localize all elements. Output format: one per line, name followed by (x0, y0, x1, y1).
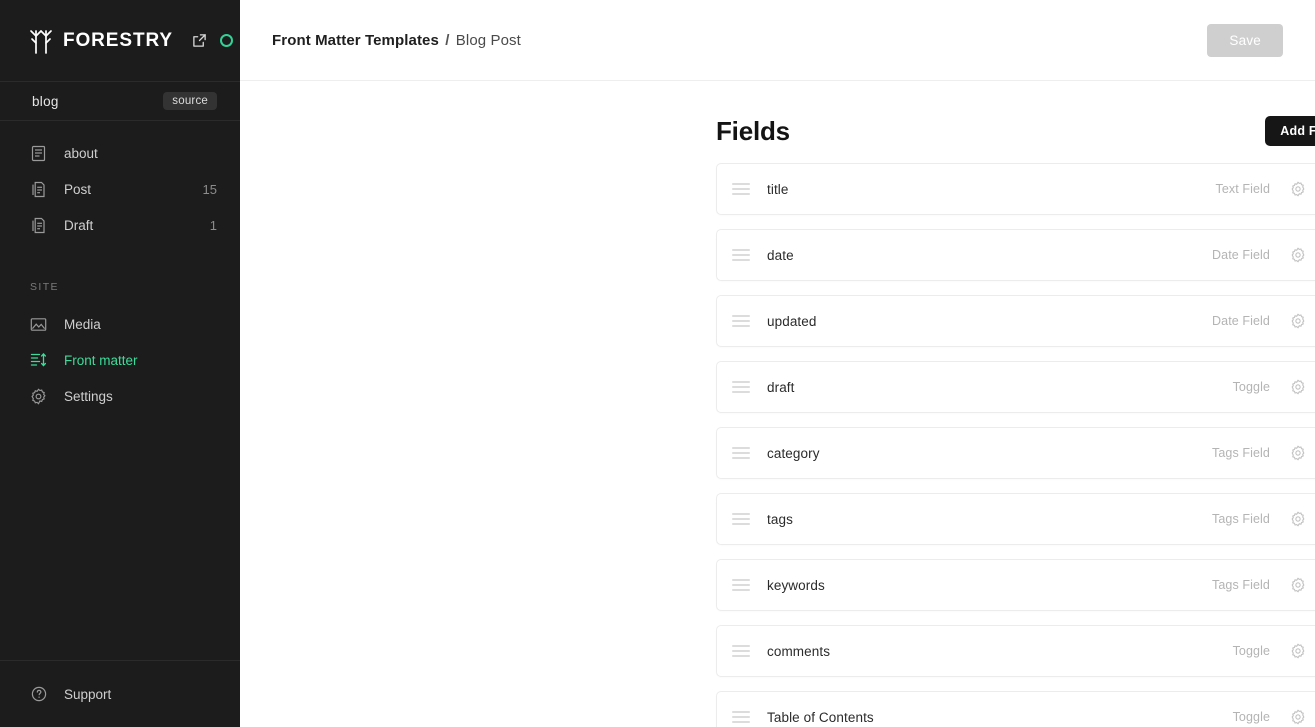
field-list: title Text Field date Date Field updated… (716, 163, 1315, 727)
sidebar-item-label: about (64, 145, 98, 161)
repository-source-badge[interactable]: source (163, 92, 217, 110)
sidebar-item-media[interactable]: Media (0, 306, 240, 342)
field-row[interactable]: date Date Field (716, 229, 1315, 281)
drag-handle-icon[interactable] (732, 314, 750, 328)
drag-handle-icon[interactable] (732, 248, 750, 262)
field-row[interactable]: updated Date Field (716, 295, 1315, 347)
repository-name: blog (32, 93, 59, 109)
add-field-button[interactable]: Add Field (1265, 116, 1315, 146)
field-settings-gear-icon[interactable] (1288, 707, 1308, 727)
field-row[interactable]: draft Toggle (716, 361, 1315, 413)
field-row[interactable]: comments Toggle (716, 625, 1315, 677)
gear-icon (30, 387, 47, 405)
field-name-label: updated (767, 313, 817, 329)
forestry-tree-logo-icon (28, 27, 54, 55)
main-area: Front Matter Templates / Blog Post Save … (240, 0, 1315, 727)
field-type-label: Tags Field (1212, 446, 1270, 460)
drag-handle-icon[interactable] (732, 446, 750, 460)
status-circle-icon[interactable] (219, 34, 233, 47)
drag-handle-icon[interactable] (732, 380, 750, 394)
drag-handle-icon[interactable] (732, 512, 750, 526)
field-type-label: Date Field (1212, 248, 1270, 262)
breadcrumb: Front Matter Templates / Blog Post (272, 32, 521, 49)
field-row[interactable]: category Tags Field (716, 427, 1315, 479)
drag-handle-icon[interactable] (732, 182, 750, 196)
documents-icon (30, 217, 47, 234)
field-type-label: Tags Field (1212, 512, 1270, 526)
fields-panel: Fields Add Field title Text Field (716, 113, 1315, 727)
sidebar-item-label: Draft (64, 217, 94, 233)
field-settings-gear-icon[interactable] (1288, 509, 1308, 529)
repository-row[interactable]: blog source (0, 81, 240, 121)
sidebar-item-label: Front matter (64, 352, 138, 368)
field-type-label: Toggle (1232, 710, 1270, 724)
documents-icon (30, 181, 47, 198)
field-name-label: Table of Contents (767, 709, 874, 725)
field-name-label: title (767, 181, 789, 197)
app-root: FORESTRY blog source about Post 15 Draft… (0, 0, 1315, 727)
sidebar-support-label: Support (64, 686, 112, 702)
sidebar-item-label: Post (64, 181, 92, 197)
sidebar-item-post[interactable]: Post 15 (0, 171, 240, 207)
sidebar-item-support[interactable]: Support (0, 660, 240, 727)
sort-lines-icon (30, 352, 47, 369)
content-area: Fields Add Field title Text Field (240, 81, 1315, 727)
sidebar-item-count: 15 (202, 181, 217, 197)
image-icon (30, 316, 47, 333)
breadcrumb-root[interactable]: Front Matter Templates (272, 32, 439, 49)
sidebar-section-title: SITE (30, 281, 59, 293)
drag-handle-icon[interactable] (732, 644, 750, 658)
field-settings-gear-icon[interactable] (1288, 443, 1308, 463)
brand-logo[interactable]: FORESTRY (28, 27, 173, 55)
breadcrumb-leaf: Blog Post (455, 31, 521, 49)
field-name-label: tags (767, 511, 793, 527)
field-settings-gear-icon[interactable] (1288, 311, 1308, 331)
field-type-label: Text Field (1215, 182, 1270, 196)
field-name-label: date (767, 247, 794, 263)
sidebar-item-count: 1 (209, 217, 217, 233)
sidebar-item-about[interactable]: about (0, 135, 240, 171)
field-type-label: Toggle (1232, 380, 1270, 394)
topbar: Front Matter Templates / Blog Post Save (240, 0, 1315, 81)
sidebar-nav: about Post 15 Draft 1 SITE Media Front m… (0, 121, 240, 660)
drag-handle-icon[interactable] (732, 710, 750, 724)
field-settings-gear-icon[interactable] (1288, 641, 1308, 661)
sidebar-item-draft[interactable]: Draft 1 (0, 207, 240, 243)
field-type-label: Date Field (1212, 314, 1270, 328)
field-settings-gear-icon[interactable] (1288, 575, 1308, 595)
brand-name: FORESTRY (63, 30, 173, 51)
document-icon (30, 145, 47, 162)
sidebar: FORESTRY blog source about Post 15 Draft… (0, 0, 240, 727)
field-name-label: comments (767, 643, 831, 659)
save-button[interactable]: Save (1207, 23, 1283, 57)
field-settings-gear-icon[interactable] (1288, 245, 1308, 265)
fields-panel-header: Fields Add Field (716, 113, 1315, 149)
sidebar-item-label: Settings (64, 388, 113, 404)
field-row[interactable]: title Text Field (716, 163, 1315, 215)
field-type-label: Tags Field (1212, 578, 1270, 592)
field-row[interactable]: tags Tags Field (716, 493, 1315, 545)
field-name-label: category (767, 445, 820, 461)
page-title: Fields (716, 115, 790, 146)
field-type-label: Toggle (1232, 644, 1270, 658)
breadcrumb-separator: / (445, 31, 450, 49)
question-circle-icon (30, 686, 47, 703)
sidebar-item-settings[interactable]: Settings (0, 378, 240, 414)
field-settings-gear-icon[interactable] (1288, 377, 1308, 397)
field-settings-gear-icon[interactable] (1288, 179, 1308, 199)
brand-actions (192, 33, 233, 48)
brand-header: FORESTRY (0, 0, 240, 81)
external-link-icon[interactable] (192, 33, 207, 48)
sidebar-item-front-matter[interactable]: Front matter (0, 342, 240, 378)
field-row[interactable]: keywords Tags Field (716, 559, 1315, 611)
field-name-label: keywords (767, 577, 825, 593)
field-row[interactable]: Table of Contents Toggle (716, 691, 1315, 727)
drag-handle-icon[interactable] (732, 578, 750, 592)
field-name-label: draft (767, 379, 795, 395)
sidebar-item-label: Media (64, 316, 101, 332)
